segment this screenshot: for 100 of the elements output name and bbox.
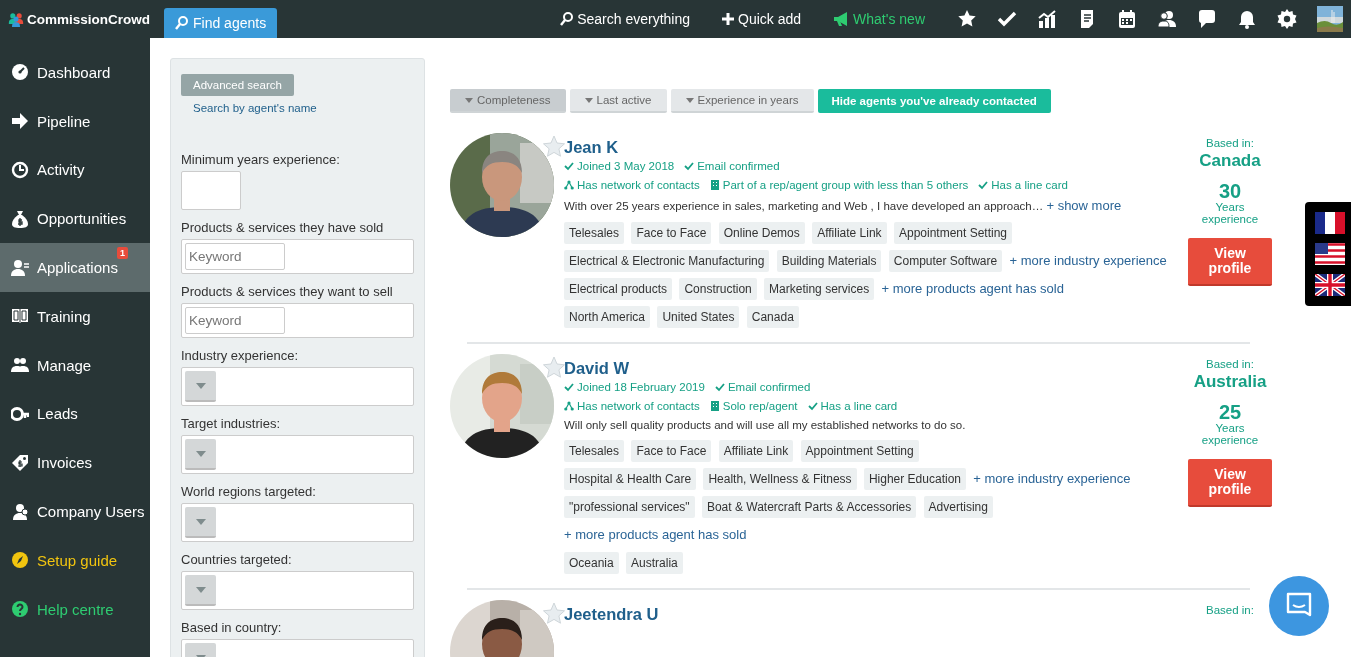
caret-icon <box>195 450 206 457</box>
book-icon <box>11 307 29 326</box>
nav-item[interactable]: Setup guide <box>0 535 150 585</box>
building-icon <box>709 180 720 190</box>
keyword-field[interactable]: Keyword <box>185 307 285 334</box>
flag-icon[interactable] <box>1315 243 1345 265</box>
plus-icon <box>722 13 735 25</box>
nav-item[interactable]: Training <box>0 292 150 341</box>
tag: Telesales <box>564 222 625 244</box>
agent-detail: Joined 3 May 2018 <box>577 160 675 172</box>
country-name: Australia <box>1193 372 1267 392</box>
caret-icon <box>195 586 206 593</box>
star-icon[interactable] <box>542 135 566 158</box>
money-bag-icon <box>11 209 29 228</box>
tag: Canada <box>746 306 799 328</box>
name-search-link[interactable]: Search by agent's name <box>193 102 317 114</box>
tag: Affiliate Link <box>718 440 794 462</box>
field-label: World regions targeted: <box>181 484 317 499</box>
quick-add-link[interactable]: Quick add <box>722 11 802 27</box>
tag: United States <box>657 306 740 328</box>
view-profile-button[interactable]: View profile <box>1188 459 1272 507</box>
tag: Face to Face <box>631 222 712 244</box>
select-field[interactable] <box>181 435 414 474</box>
tag: Boat & Watercraft Parts & Accessories <box>701 496 917 518</box>
star-icon[interactable] <box>542 602 566 625</box>
arrow-icon <box>11 112 29 131</box>
nav-item[interactable]: Manage <box>0 340 150 390</box>
star-icon[interactable] <box>957 9 977 29</box>
check-icon <box>564 161 574 171</box>
caret-icon <box>465 97 473 103</box>
country-name: Canada <box>1199 151 1261 171</box>
agent-detail: Has a line card <box>820 400 898 412</box>
check-icon <box>978 180 989 190</box>
agent-name[interactable]: Jeetendra U <box>564 605 659 624</box>
users-icon <box>11 356 29 375</box>
nav-item[interactable]: Leads <box>0 389 150 439</box>
flag-icon[interactable] <box>1315 212 1345 234</box>
nav-item[interactable]: Invoices <box>0 438 150 488</box>
agent-description: With over 25 years experience in sales, marketing and Web , I have developed an approach… <box>564 200 1044 212</box>
more-link[interactable]: + more industry experience <box>1009 253 1167 268</box>
show-more-link[interactable]: + show more <box>1046 198 1122 213</box>
user-icon <box>11 258 29 277</box>
users-icon[interactable] <box>1157 9 1177 29</box>
sort-button[interactable]: Experience in years <box>670 89 814 113</box>
chart-icon[interactable] <box>1037 9 1057 29</box>
tag: Electrical & Electronic Manufacturing <box>564 250 770 272</box>
tag: Electrical products <box>564 278 673 300</box>
sort-button[interactable]: Completeness <box>450 89 566 113</box>
tag: Health, Wellness & Fitness <box>703 468 857 490</box>
nav-item[interactable]: Help centre <box>0 584 150 634</box>
agent-detail: Has network of contacts <box>577 400 700 412</box>
agent-detail: Solo rep/agent <box>722 400 798 412</box>
more-link[interactable]: + more products agent has sold <box>881 281 1064 296</box>
star-icon[interactable] <box>542 356 566 379</box>
select-field[interactable] <box>181 367 414 406</box>
view-profile-button[interactable]: View profile <box>1188 238 1272 286</box>
caret-icon <box>195 518 206 525</box>
network-icon <box>564 180 574 190</box>
nav-item[interactable]: Opportunities <box>0 194 150 244</box>
check-icon <box>714 382 725 392</box>
select-field[interactable] <box>181 503 414 542</box>
more-link[interactable]: + more industry experience <box>973 471 1131 486</box>
tag: Advertising <box>923 496 993 518</box>
news-link[interactable]: What's new <box>833 11 925 27</box>
nav-item[interactable]: Pipeline <box>0 96 150 146</box>
nav-item[interactable]: Company Users <box>0 487 150 536</box>
based-in-label: Based in: <box>1206 358 1254 370</box>
checkmark-icon[interactable] <box>997 9 1017 29</box>
tag: Appointment Setting <box>800 440 919 462</box>
agent-name[interactable]: David W <box>564 359 630 378</box>
calendar-icon[interactable] <box>1117 9 1137 29</box>
nav-item[interactable]: Activity <box>0 145 150 195</box>
field-label: Target industries: <box>181 416 281 431</box>
chat-icon[interactable] <box>1197 9 1217 29</box>
flag-icon[interactable] <box>1315 274 1345 296</box>
agent-detail: Part of a rep/agent group with less than 5 others <box>722 179 969 191</box>
bell-icon[interactable] <box>1237 9 1257 29</box>
years-label: Years experience <box>1200 201 1260 225</box>
search-link[interactable]: Search everything <box>560 11 691 27</box>
tag: Computer Software <box>888 250 1003 272</box>
nav-item[interactable]: Applications 1 <box>0 243 150 292</box>
caret-icon <box>584 97 593 103</box>
keyword-field[interactable]: Keyword <box>185 243 285 270</box>
search-icon <box>560 12 574 26</box>
years-count: 25 <box>1218 402 1242 422</box>
settings-icon[interactable] <box>1277 9 1297 29</box>
compass-icon <box>11 551 29 570</box>
select-field[interactable] <box>181 571 414 610</box>
check-icon <box>807 401 818 411</box>
number-field[interactable] <box>181 171 241 210</box>
agent-detail: Email confirmed <box>727 381 811 393</box>
years-label: Years experience <box>1200 422 1260 446</box>
tag: Higher Education <box>863 468 966 490</box>
more-link[interactable]: + more products agent has sold <box>564 527 747 542</box>
agent-name[interactable]: Jean K <box>564 138 619 157</box>
nav-item[interactable]: Dashboard <box>0 48 150 97</box>
sort-button[interactable]: Last active <box>569 89 667 113</box>
tag: Oceania <box>564 552 619 574</box>
network-icon <box>564 401 574 411</box>
tag: Affiliate Link <box>812 222 887 244</box>
